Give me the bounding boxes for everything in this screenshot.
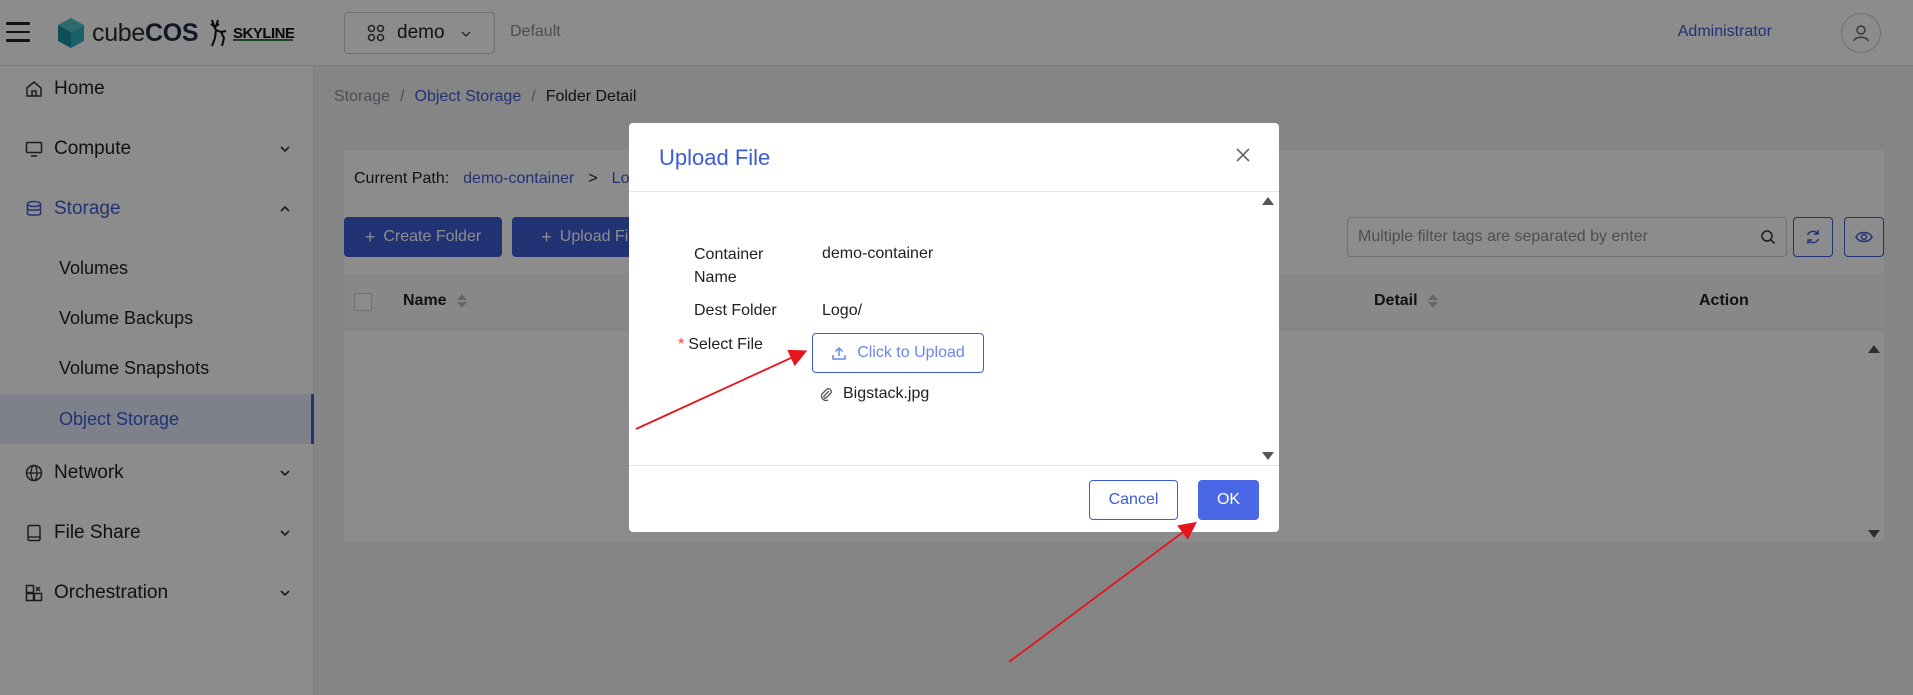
upload-file-modal: Upload File Container Name demo-containe… <box>629 123 1279 532</box>
paperclip-icon <box>820 388 832 402</box>
upload-button-label: Click to Upload <box>857 344 965 361</box>
required-mark: * <box>678 336 685 353</box>
container-label-line-2: Name <box>694 269 737 286</box>
container-name-value: demo-container <box>822 245 934 262</box>
uploaded-file-item[interactable]: Bigstack.jpg <box>819 385 929 403</box>
ok-button[interactable]: OK <box>1198 480 1259 520</box>
select-file-label: * Select File <box>678 333 763 356</box>
cancel-button[interactable]: Cancel <box>1089 480 1178 520</box>
uploaded-file-name: Bigstack.jpg <box>843 385 930 402</box>
select-file-label-text: Select File <box>688 336 763 353</box>
modal-footer-divider <box>629 465 1279 466</box>
modal-scroll-down[interactable] <box>1262 452 1274 460</box>
dest-folder-label: Dest Folder <box>694 302 777 319</box>
dest-folder-value: Logo/ <box>822 302 863 319</box>
upload-icon <box>832 346 846 360</box>
modal-title: Upload File <box>659 145 771 170</box>
modal-header-divider <box>629 191 1279 192</box>
container-label-line-1: Container <box>694 246 764 263</box>
container-name-label: Container Name <box>694 243 763 289</box>
click-to-upload-button[interactable]: Click to Upload <box>812 333 984 373</box>
modal-scroll-up[interactable] <box>1262 197 1274 205</box>
close-icon[interactable] <box>1233 145 1253 165</box>
